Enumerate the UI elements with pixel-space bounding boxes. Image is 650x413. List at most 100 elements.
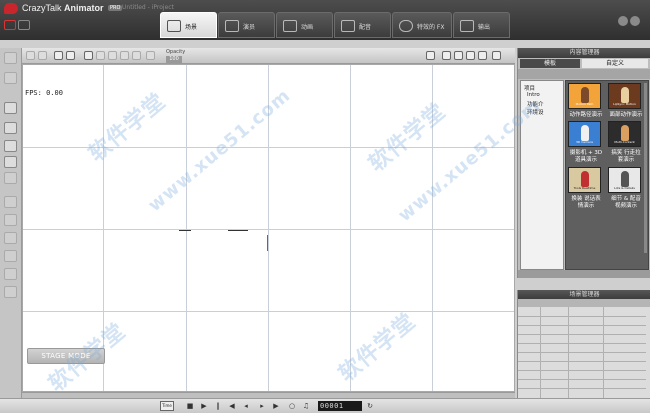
- stop-icon[interactable]: ■: [186, 402, 194, 410]
- export-icon: [460, 20, 474, 32]
- play-icon[interactable]: ▶: [200, 402, 208, 410]
- undo-icon[interactable]: [26, 51, 35, 60]
- fx-icon: [399, 20, 413, 32]
- stage-mode-button[interactable]: STAGE MODE: [27, 348, 105, 364]
- scene-manager: 场景管理器: [517, 290, 650, 398]
- thumbnail-caption: 视频演示: [614, 203, 637, 209]
- content-bottom-bar: [518, 270, 650, 278]
- tab-fx[interactable]: 特效的 FX: [392, 12, 452, 38]
- home-icon[interactable]: [478, 51, 487, 60]
- lock-icon[interactable]: [146, 51, 155, 60]
- scene-icon[interactable]: [4, 102, 17, 114]
- character-icon[interactable]: [4, 122, 17, 134]
- tree-item[interactable]: Intro: [527, 92, 540, 98]
- thumbnail-caption: 面部动作演示: [609, 112, 643, 118]
- tool-b-icon[interactable]: [4, 72, 17, 84]
- app-title: CrazyTalk Animator: [22, 3, 104, 13]
- tab-stage[interactable]: 场景: [160, 12, 217, 38]
- timeline-button[interactable]: Time: [160, 401, 174, 411]
- new-project-icon[interactable]: [4, 20, 16, 30]
- props-icon[interactable]: [4, 140, 17, 152]
- open-project-icon[interactable]: [18, 20, 30, 30]
- thumbnail[interactable]: 3D Camera: [568, 121, 601, 147]
- flip-icon[interactable]: [120, 51, 129, 60]
- tool-a-icon[interactable]: [4, 52, 17, 64]
- template-thumbnails: Motion Path 动作路径演示 LipSync Motion 面部动作演示…: [565, 80, 649, 270]
- version-badge: PRO: [108, 5, 123, 11]
- tree-item[interactable]: 环境设: [527, 108, 544, 116]
- link-icon[interactable]: [132, 51, 141, 60]
- thumbnail[interactable]: Motion Path: [568, 83, 601, 109]
- help-icon[interactable]: [630, 16, 640, 26]
- next-frame-icon[interactable]: ▸: [258, 402, 266, 410]
- thumbnail[interactable]: Multi-Content: [608, 121, 641, 147]
- layer-icon[interactable]: [4, 286, 17, 298]
- thumbnail-caption: 动作路径演示: [569, 112, 603, 118]
- tab-export[interactable]: 输出: [453, 12, 510, 38]
- pan-icon[interactable]: [454, 51, 463, 60]
- settings-icon[interactable]: [618, 16, 628, 26]
- music-icon[interactable]: [4, 156, 17, 168]
- tab-template[interactable]: 模板: [520, 59, 580, 68]
- select-icon[interactable]: [54, 51, 63, 60]
- playback-bar: Time ■ ▶ ‖ ◀ ◂ ▸ ▶ ○ ♫ 00001 ↻: [0, 398, 650, 413]
- ungroup-icon[interactable]: [108, 51, 117, 60]
- thumbnail-caption: 道具演示: [574, 157, 597, 163]
- thumbnail-scrollbar[interactable]: [644, 83, 647, 253]
- edit-icon[interactable]: [4, 196, 17, 208]
- sync-icon[interactable]: ↻: [366, 402, 374, 410]
- align-icon[interactable]: [84, 51, 93, 60]
- fx-tool-icon[interactable]: [4, 172, 17, 184]
- left-tool-strip: [0, 48, 22, 400]
- transform-icon[interactable]: [66, 51, 75, 60]
- face-icon[interactable]: [4, 232, 17, 244]
- app-logo: CrazyTalk Animator PRO: [4, 2, 123, 16]
- tree-item[interactable]: 功能介: [527, 100, 544, 108]
- fps-readout: FPS: 0.00: [25, 89, 63, 97]
- thumbnail-caption: 套演示: [617, 157, 635, 163]
- last-frame-icon[interactable]: ▶: [272, 402, 280, 410]
- content-manager-title: 内容管理器: [518, 48, 650, 58]
- move-icon[interactable]: [442, 51, 451, 60]
- stage-canvas[interactable]: FPS: 0.00 STAGE MODE: [22, 64, 515, 392]
- tree-item[interactable]: 项目: [524, 84, 535, 92]
- content-toolbar: [518, 69, 650, 79]
- redo-icon[interactable]: [38, 51, 47, 60]
- scene-manager-title: 场景管理器: [518, 290, 650, 299]
- logo-mark-icon: [4, 3, 18, 14]
- actor-icon: [225, 20, 239, 32]
- thumbnail[interactable]: LipSync Motion: [608, 83, 641, 109]
- puppet-icon[interactable]: [4, 214, 17, 226]
- content-manager: 内容管理器 模板 自定义 项目 Intro 功能介 环境设 Motion Pat…: [517, 48, 650, 278]
- stage-icon: [167, 20, 181, 32]
- camera-icon[interactable]: [426, 51, 435, 60]
- content-tree[interactable]: 项目 Intro 功能介 环境设: [520, 80, 564, 270]
- rotate-icon[interactable]: [466, 51, 475, 60]
- stage-toolbar: Opacity 100: [22, 48, 515, 64]
- sprite-icon[interactable]: [4, 268, 17, 280]
- voice-icon: [341, 20, 355, 32]
- audio-icon[interactable]: ♫: [302, 402, 310, 410]
- project-name: Untitled - iProject: [122, 4, 174, 11]
- tab-custom[interactable]: 自定义: [582, 59, 648, 68]
- fit-view-icon[interactable]: [492, 51, 501, 60]
- first-frame-icon[interactable]: ◀: [228, 402, 236, 410]
- tab-voice[interactable]: 配音: [334, 12, 391, 38]
- tab-actor[interactable]: 演员: [218, 12, 275, 38]
- thumbnail[interactable]: Lots & Details: [608, 167, 641, 193]
- loop-icon[interactable]: ○: [288, 402, 296, 410]
- title-bar: CrazyTalk Animator PRO Untitled - iProje…: [0, 0, 650, 40]
- frame-counter[interactable]: 00001: [318, 401, 362, 411]
- pause-icon[interactable]: ‖: [214, 402, 222, 410]
- motion-icon[interactable]: [4, 250, 17, 262]
- window-controls[interactable]: [616, 16, 642, 28]
- thumbnail-caption: 情演示: [577, 203, 595, 209]
- scene-manager-toolbar: [518, 299, 650, 307]
- tab-animation[interactable]: 动画: [276, 12, 333, 38]
- thumbnail[interactable]: Tools Realtime: [568, 167, 601, 193]
- opacity-label: Opacity: [166, 49, 186, 55]
- prev-frame-icon[interactable]: ◂: [242, 402, 250, 410]
- opacity-input[interactable]: 100: [166, 56, 182, 63]
- animation-icon: [283, 20, 297, 32]
- group-icon[interactable]: [96, 51, 105, 60]
